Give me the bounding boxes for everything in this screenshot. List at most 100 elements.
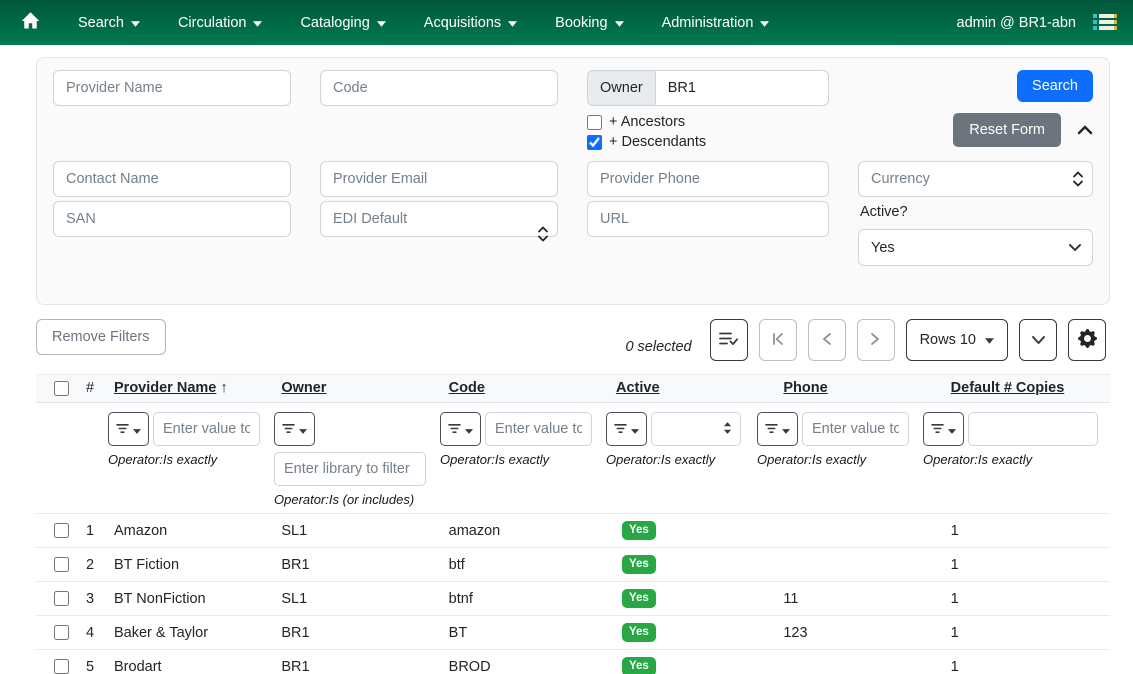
descendants-checkbox[interactable] [587,135,602,150]
search-button[interactable]: Search [1017,70,1093,102]
chevron-left-icon [821,332,832,349]
table-row[interactable]: 1 Amazon SL1 amazon Yes 1 [36,514,1110,548]
remove-filters-button[interactable]: Remove Filters [36,319,166,355]
caret-down-icon [133,421,141,437]
workstation-menu-icon[interactable] [1092,11,1119,35]
menu-search-label: Search [78,15,124,31]
cell-owner: SL1 [273,591,440,607]
filter-dropdown-button[interactable] [606,412,647,446]
menu-acquisitions[interactable]: Acquisitions [411,7,530,39]
menu-booking[interactable]: Booking [542,7,636,39]
row-checkbox[interactable] [54,557,69,572]
menu-administration[interactable]: Administration [649,7,783,39]
descendants-label: + Descendants [609,134,706,150]
filter-icon [282,421,295,437]
table-row[interactable]: 2 BT Fiction BR1 btf Yes 1 [36,548,1110,582]
selected-count: 0 selected [625,339,691,355]
logged-in-user: admin @ BR1-abn [957,15,1077,31]
col-header-phone[interactable]: Phone [775,380,942,396]
menu-cataloging-label: Cataloging [300,15,369,31]
filter-code: Operator:Is exactly [438,412,604,467]
menu-acquisitions-label: Acquisitions [424,15,501,31]
code-input[interactable] [320,70,558,106]
ancestors-label: + Ancestors [609,114,685,130]
filter-dropdown-button[interactable] [440,412,481,446]
reset-form-button[interactable]: Reset Form [953,113,1061,147]
cell-phone: 123 [775,625,942,641]
col-header-code[interactable]: Code [441,380,608,396]
descendants-checkbox-row[interactable]: + Descendants [587,134,829,150]
default-copies-filter-input[interactable] [968,412,1098,446]
edi-default-combobox[interactable] [320,201,558,266]
col-header-provider-name[interactable]: Provider Name ↑ [106,380,273,396]
active-badge: Yes [622,521,656,540]
currency-input[interactable] [858,161,1093,197]
active-filter-select[interactable] [651,412,741,446]
provider-name-input[interactable] [53,70,291,106]
grid-menu-button[interactable] [1019,319,1057,361]
row-checkbox[interactable] [54,625,69,640]
phone-filter-input[interactable] [802,412,909,446]
url-input[interactable] [587,201,829,237]
cell-provider-name: BT Fiction [106,557,273,573]
row-checkbox[interactable] [54,523,69,538]
menu-cataloging[interactable]: Cataloging [287,7,398,39]
table-row[interactable]: 5 Brodart BR1 BROD Yes 1 [36,650,1110,674]
filter-default-copies: Operator:Is exactly [921,412,1110,467]
row-checkbox[interactable] [54,659,69,674]
filter-dropdown-button[interactable] [923,412,964,446]
col-header-default-copies[interactable]: Default # Copies [943,380,1110,396]
grid-settings-button[interactable] [1068,319,1106,361]
edi-default-input[interactable] [320,201,558,237]
cell-provider-name: Amazon [106,523,273,539]
select-all-checkbox[interactable] [54,381,69,396]
row-checkbox[interactable] [54,591,69,606]
menu-booking-label: Booking [555,15,607,31]
ancestors-checkbox-row[interactable]: + Ancestors [587,114,829,130]
cell-default-copies: 1 [943,557,1110,573]
caret-down-icon [253,15,262,31]
home-button[interactable] [10,5,51,40]
collapse-chevron-up-icon[interactable] [1077,122,1093,138]
cell-code: BROD [441,659,608,674]
col-header-active[interactable]: Active [608,380,775,396]
filter-operator-text: Operator:Is exactly [757,452,909,467]
row-actions-button[interactable] [710,319,748,361]
code-filter-input[interactable] [485,412,592,446]
owner-input-group: Owner [587,70,829,106]
provider-name-filter-input[interactable] [153,412,260,446]
currency-combobox[interactable] [858,161,1093,197]
contact-name-input[interactable] [53,161,291,197]
col-header-owner[interactable]: Owner [273,380,440,396]
row-number: 4 [76,625,106,641]
table-row[interactable]: 4 Baker & Taylor BR1 BT Yes 123 1 [36,616,1110,650]
caret-down-icon [299,421,307,437]
active-select[interactable]: Yes [858,229,1093,266]
filter-operator-text: Operator:Is exactly [108,452,260,467]
caret-down-icon [508,15,517,31]
ancestors-checkbox[interactable] [587,115,602,130]
active-badge: Yes [622,657,656,674]
caret-down-icon [615,15,624,31]
owner-input[interactable] [655,70,829,106]
cell-code: amazon [441,523,608,539]
rows-per-page-dropdown[interactable]: Rows 10 [906,319,1008,361]
san-input[interactable] [53,201,291,237]
owner-filter-input[interactable] [274,452,426,486]
active-label: Active? [860,204,1093,220]
navbar-right: admin @ BR1-abn [957,11,1120,35]
menu-search[interactable]: Search [65,7,153,39]
filter-dropdown-button[interactable] [108,412,149,446]
filter-dropdown-button[interactable] [274,412,315,446]
next-page-button[interactable] [857,319,895,361]
prev-page-button[interactable] [808,319,846,361]
filter-dropdown-button[interactable] [757,412,798,446]
provider-email-input[interactable] [320,161,558,197]
provider-phone-input[interactable] [587,161,829,197]
first-page-button[interactable] [759,319,797,361]
cell-owner: BR1 [273,557,440,573]
home-icon [20,11,41,34]
menu-circulation[interactable]: Circulation [165,7,276,39]
table-row[interactable]: 3 BT NonFiction SL1 btnf Yes 11 1 [36,582,1110,616]
cell-phone: 11 [775,591,942,607]
